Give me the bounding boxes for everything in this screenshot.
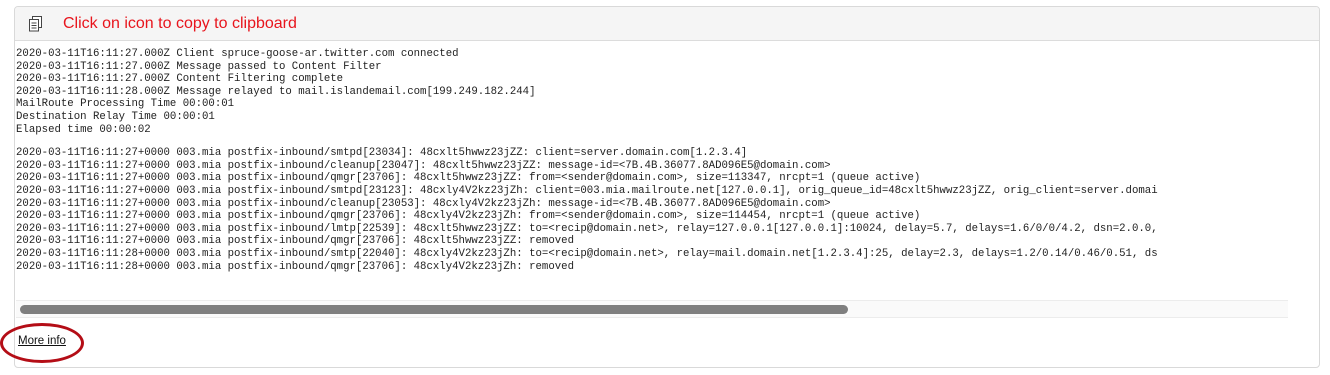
panel-header: Click on icon to copy to clipboard — [15, 7, 1319, 41]
summary-line: MailRoute Processing Time 00:00:01 — [16, 98, 235, 111]
summary-block: 2020-03-11T16:11:27.000Z Client spruce-g… — [16, 48, 1288, 136]
log-output[interactable]: 2020-03-11T16:11:27.000Z Client spruce-g… — [16, 48, 1288, 304]
more-info-link[interactable]: More info — [18, 335, 66, 347]
log-line: 2020-03-11T16:11:28+0000 003.mia postfix… — [16, 247, 1158, 260]
log-line: 2020-03-11T16:11:27+0000 003.mia postfix… — [16, 235, 574, 248]
log-line: 2020-03-11T16:11:27+0000 003.mia postfix… — [16, 184, 1158, 197]
copy-icon[interactable] — [29, 15, 43, 32]
copy-instruction: Click on icon to copy to clipboard — [63, 14, 297, 32]
horizontal-scrollbar[interactable] — [16, 300, 1288, 318]
log-line: 2020-03-11T16:11:27+0000 003.mia postfix… — [16, 222, 1158, 235]
postfix-log-block: 2020-03-11T16:11:27+0000 003.mia postfix… — [16, 147, 1288, 273]
summary-line: 2020-03-11T16:11:27.000Z Content Filteri… — [16, 73, 344, 86]
log-line: 2020-03-11T16:11:27+0000 003.mia postfix… — [16, 172, 921, 185]
summary-line: 2020-03-11T16:11:27.000Z Client spruce-g… — [16, 48, 459, 60]
log-line: 2020-03-11T16:11:27+0000 003.mia postfix… — [16, 197, 831, 210]
log-line: 2020-03-11T16:11:28+0000 003.mia postfix… — [16, 260, 574, 273]
log-line: 2020-03-11T16:11:27+0000 003.mia postfix… — [16, 147, 748, 160]
summary-line: 2020-03-11T16:11:27.000Z Message passed … — [16, 60, 382, 73]
summary-line: Elapsed time 00:00:02 — [16, 123, 151, 136]
scrollbar-thumb[interactable] — [20, 305, 848, 314]
log-line: 2020-03-11T16:11:27+0000 003.mia postfix… — [16, 210, 921, 223]
log-line: 2020-03-11T16:11:27+0000 003.mia postfix… — [16, 159, 831, 172]
summary-line: 2020-03-11T16:11:28.000Z Message relayed… — [16, 85, 536, 98]
summary-line: Destination Relay Time 00:00:01 — [16, 110, 215, 123]
